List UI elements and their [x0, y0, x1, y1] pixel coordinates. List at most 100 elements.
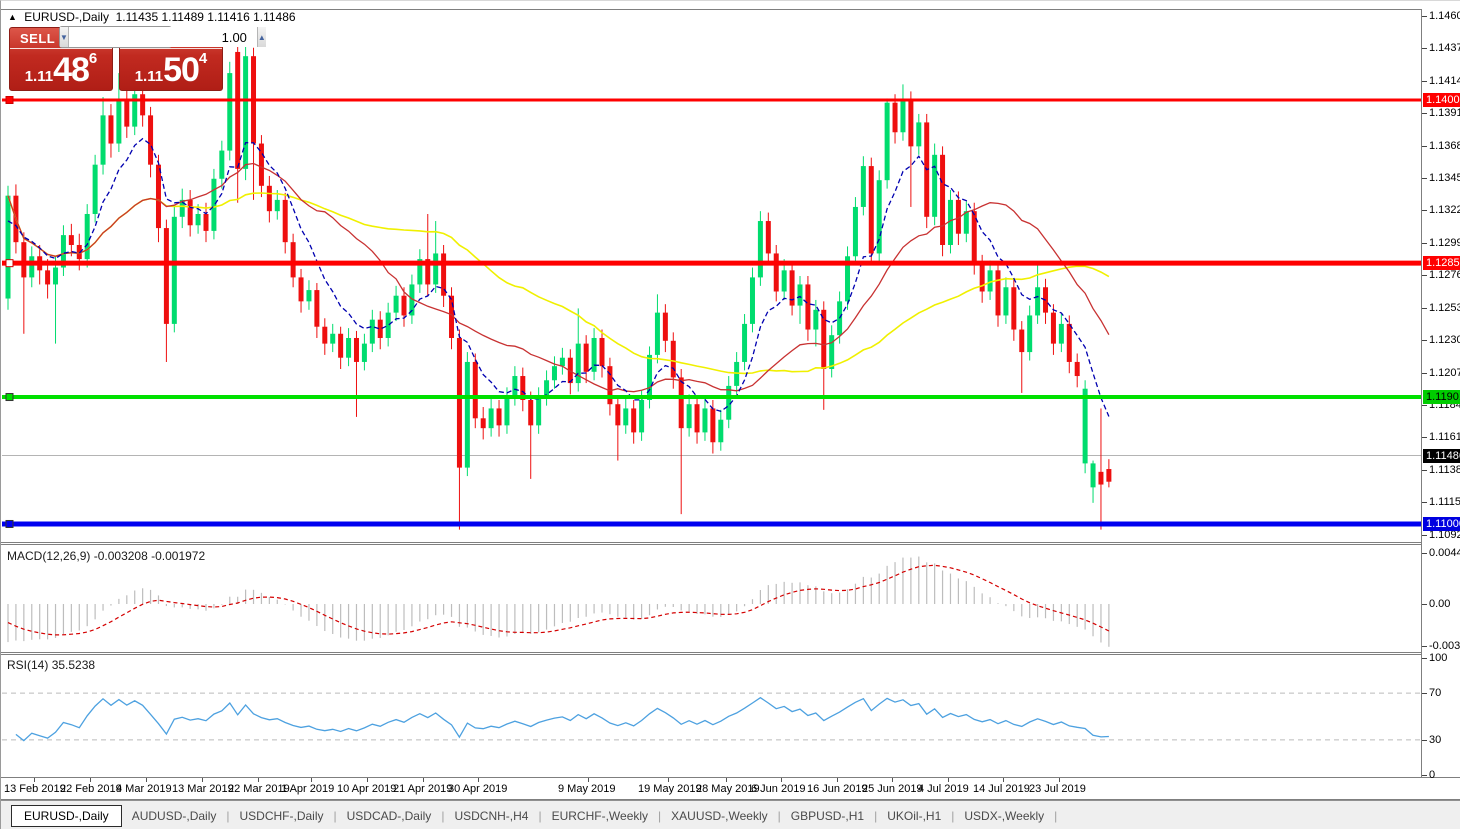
chart-tab-usdchf-daily[interactable]: USDCHF-,Daily	[230, 805, 334, 827]
date-tick-label: 14 Jul 2019	[973, 783, 1030, 795]
candle-body	[370, 320, 375, 344]
macd-tick-label: 0.00	[1429, 598, 1450, 610]
one-click-trade-panel: SELL 1.11486 BUY 1.11504 ▼ ▲	[9, 27, 223, 91]
candle-body	[85, 214, 90, 259]
line-handle[interactable]	[6, 520, 13, 527]
candle-body	[330, 334, 335, 344]
rsi-tick-label: 0	[1429, 769, 1435, 781]
candle-body	[196, 214, 201, 225]
rsi-tick-mark	[1422, 775, 1427, 776]
date-tick-label: 22 Feb 2019	[60, 783, 122, 795]
date-axis[interactable]: 13 Feb 201922 Feb 20194 Mar 201913 Mar 2…	[1, 778, 1422, 799]
rsi-splitter-top[interactable]	[1, 652, 1460, 653]
candle-body	[1075, 362, 1080, 376]
macd-tick-mark	[1422, 553, 1427, 554]
macd-indicator-pane[interactable]	[2, 546, 1421, 651]
candle-body	[885, 103, 890, 180]
macd-splitter-top[interactable]	[1, 542, 1460, 543]
price-tick-label: 1.13225	[1429, 204, 1460, 216]
date-tick-mark	[948, 778, 949, 782]
date-tick-label: 1 Apr 2019	[281, 783, 334, 795]
candle-body	[821, 310, 826, 369]
candle-body	[124, 101, 129, 126]
candle-body	[576, 344, 581, 383]
date-tick-mark	[1003, 778, 1004, 782]
price-tick-mark	[1422, 48, 1427, 49]
macd-label: MACD(12,26,9) -0.003208 -0.001972	[7, 549, 205, 563]
chart-tab-eurusd-daily[interactable]: EURUSD-,Daily	[11, 805, 122, 827]
price-tick-label: 1.14605	[1429, 10, 1460, 22]
line-handle[interactable]	[6, 260, 13, 267]
volume-increase-button[interactable]: ▲	[257, 27, 266, 47]
candle-body	[1091, 463, 1096, 487]
candle-body	[457, 338, 462, 468]
price-badge: 1.14009	[1423, 93, 1460, 107]
candle-body	[504, 397, 509, 425]
candle-body	[465, 362, 470, 468]
price-tick-label: 1.12305	[1429, 334, 1460, 346]
price-tick-mark	[1422, 373, 1427, 374]
candle-body	[615, 404, 620, 425]
macd-tick-label: 0.004465	[1429, 547, 1460, 559]
rsi-indicator-pane[interactable]	[2, 656, 1421, 776]
candle-body	[267, 186, 272, 211]
candle-body	[1027, 315, 1032, 352]
date-tick-label: 4 Jul 2019	[918, 783, 969, 795]
rsi-tick-label: 70	[1429, 687, 1441, 699]
chart-tab-ukoil-h1[interactable]: UKOil-,H1	[877, 805, 951, 827]
candle-body	[671, 341, 676, 378]
volume-decrease-button[interactable]: ▼	[60, 27, 69, 47]
candle-body	[631, 408, 636, 432]
chart-tab-gbpusd-h1[interactable]: GBPUSD-,H1	[781, 805, 874, 827]
chart-tab-usdcad-daily[interactable]: USDCAD-,Daily	[337, 805, 442, 827]
line-handle[interactable]	[6, 97, 13, 104]
line-handle[interactable]	[6, 394, 13, 401]
date-tick-label: 9 May 2019	[558, 783, 615, 795]
price-tick-mark	[1422, 470, 1427, 471]
chart-tab-bar: EURUSD-,DailyAUDUSD-,Daily|USDCHF-,Daily…	[1, 800, 1460, 829]
symbol-info-bar: ▲ EURUSD-,Daily 1.11435 1.11489 1.11416 …	[8, 10, 296, 24]
candle-body	[702, 408, 707, 432]
candle-body	[687, 404, 692, 428]
symbol-ohlc-values: 1.11435 1.11489 1.11416 1.11486	[116, 10, 296, 24]
candle-body	[1106, 469, 1111, 482]
rsi-splitter-bottom[interactable]	[1, 654, 1460, 655]
candle-body	[346, 338, 351, 358]
macd-splitter-bottom[interactable]	[1, 544, 1460, 545]
macd-signal-line	[8, 565, 1109, 635]
date-tick-mark	[311, 778, 312, 782]
volume-input[interactable]	[69, 27, 257, 47]
chart-tab-usdcnh-h4[interactable]: USDCNH-,H4	[444, 805, 538, 827]
date-tick-mark	[202, 778, 203, 782]
chart-tab-eurchf-weekly[interactable]: EURCHF-,Weekly	[542, 805, 658, 827]
candle-body	[306, 290, 311, 301]
price-tick-label: 1.11155	[1429, 496, 1460, 508]
candle-body	[156, 165, 161, 228]
date-tick-mark	[423, 778, 424, 782]
price-tick-label: 1.11385	[1429, 464, 1460, 476]
candle-body	[900, 100, 905, 132]
buy-price-sup: 4	[199, 50, 207, 67]
candle-body	[536, 397, 541, 425]
price-tick-label: 1.13685	[1429, 140, 1460, 152]
candle-body	[592, 338, 597, 372]
price-tick-mark	[1422, 437, 1427, 438]
sell-button-label[interactable]: SELL	[20, 31, 55, 46]
rsi-value: 35.5238	[52, 658, 95, 672]
candle-body	[932, 155, 937, 217]
price-tick-mark	[1422, 243, 1427, 244]
buy-price[interactable]: 1.11504	[120, 50, 222, 86]
candle-body	[774, 253, 779, 291]
sell-price[interactable]: 1.11486	[10, 50, 112, 86]
candle-body	[623, 408, 628, 425]
chart-tab-audusd-daily[interactable]: AUDUSD-,Daily	[122, 805, 227, 827]
candle-body	[813, 310, 818, 330]
date-tick-label: 6 Jun 2019	[751, 783, 805, 795]
date-tick-label: 21 Apr 2019	[393, 783, 452, 795]
price-axis[interactable]: 1.146051.143751.141451.139151.136851.134…	[1422, 9, 1460, 777]
chart-tab-xauusd-weekly[interactable]: XAUUSD-,Weekly	[661, 805, 777, 827]
candle-body	[481, 418, 486, 428]
chevron-down-icon: ▼	[60, 33, 68, 42]
date-tick-label: 30 Apr 2019	[448, 783, 507, 795]
chart-tab-usdx-weekly[interactable]: USDX-,Weekly	[954, 805, 1054, 827]
